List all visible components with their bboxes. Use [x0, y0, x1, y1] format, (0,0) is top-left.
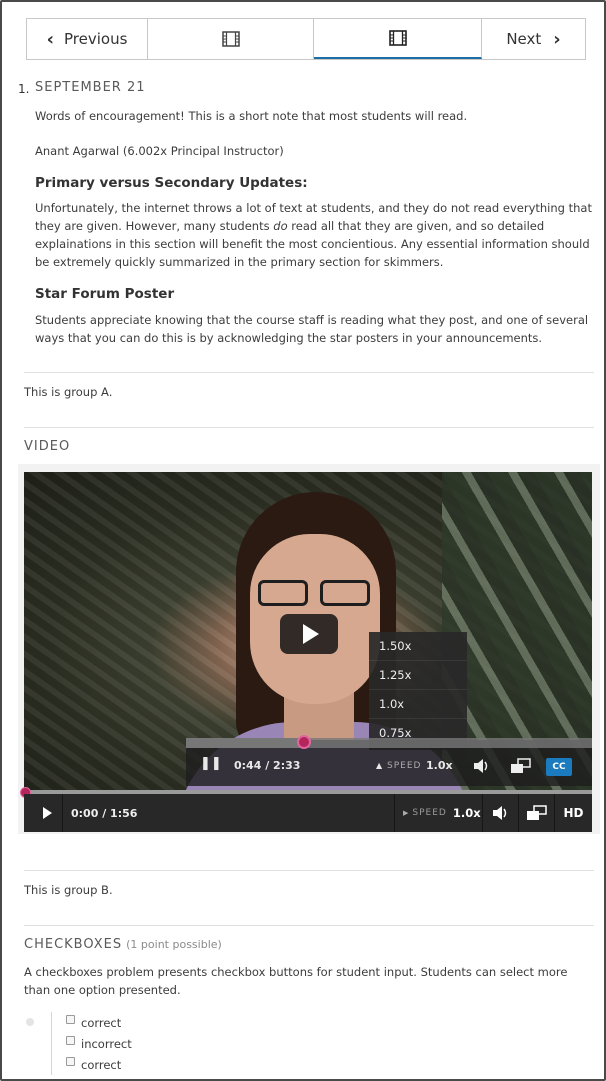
- inner-fullscreen-icon: [511, 758, 531, 773]
- paragraph-emphasis: do: [273, 219, 288, 233]
- announcement-title: SEPTEMBER 21: [35, 80, 146, 95]
- checkbox[interactable]: [66, 1057, 75, 1066]
- video-icon: [388, 30, 407, 46]
- volume-icon: [492, 806, 506, 820]
- announcement-number: 1.: [18, 82, 30, 96]
- video-time-text: 0:00 / 1:56: [71, 806, 138, 820]
- speed-option[interactable]: 1.25x: [369, 661, 467, 690]
- checkbox-choice[interactable]: incorrect: [66, 1033, 132, 1054]
- problem-title: CHECKBOXES: [24, 937, 123, 952]
- inner-time: 0:44 / 2:33: [234, 759, 301, 772]
- video-time: 0:00 / 1:56: [62, 794, 137, 832]
- sequence-tab-video-1[interactable]: [148, 19, 314, 59]
- fullscreen-button[interactable]: [518, 794, 554, 832]
- next-label: Next: [506, 30, 542, 48]
- paragraph-star-forum-poster: Students appreciate knowing that the cou…: [35, 313, 589, 345]
- sequence-nav: ‹ Previous Next ›: [26, 18, 586, 60]
- choice-label: correct: [81, 1057, 122, 1072]
- play-button[interactable]: [32, 794, 62, 832]
- group-a-text: This is group A.: [24, 385, 113, 399]
- paragraph-primary-secondary: Unfortunately, the internet throws a lot…: [35, 199, 595, 271]
- speed-label: SPEED: [412, 808, 447, 818]
- subheading-primary-secondary: Primary versus Secondary Updates:: [35, 175, 308, 191]
- video-heading: VIDEO: [24, 439, 71, 454]
- announcement-author: Anant Agarwal (6.002x Principal Instruct…: [35, 144, 284, 158]
- checkbox[interactable]: [66, 1036, 75, 1045]
- chevron-right-icon: ›: [553, 28, 561, 50]
- fullscreen-icon: [526, 805, 547, 820]
- inner-caret-up-icon: ▲: [376, 761, 383, 770]
- caret-right-icon: ▶: [403, 809, 409, 817]
- presenter-glasses: [254, 580, 374, 610]
- chevron-left-icon: ‹: [46, 28, 54, 50]
- problem-points: (1 point possible): [126, 938, 222, 951]
- previous-label: Previous: [64, 30, 128, 48]
- checkbox-choice[interactable]: correct: [66, 1054, 132, 1075]
- problem-description: A checkboxes problem presents checkbox b…: [24, 965, 568, 997]
- sequence-tab-video-2[interactable]: [314, 19, 482, 59]
- volume-button[interactable]: [482, 794, 518, 832]
- subheading-star-forum-poster: Star Forum Poster: [35, 286, 175, 302]
- play-icon: [42, 807, 52, 819]
- inner-progress-knob: [297, 735, 312, 749]
- problem-heading: CHECKBOXES (1 point possible): [24, 937, 222, 952]
- group-b-text: This is group B.: [24, 883, 113, 897]
- big-play-button[interactable]: [280, 614, 338, 654]
- divider: [24, 427, 594, 428]
- inner-volume-icon: [474, 759, 488, 773]
- speed-control[interactable]: ▶ SPEED 1.0x: [394, 794, 482, 832]
- problem-status-indicator: [26, 1018, 34, 1026]
- divider: [24, 925, 594, 926]
- speed-option[interactable]: 1.0x: [369, 690, 467, 719]
- choice-label: incorrect: [81, 1036, 132, 1051]
- inner-progress-bar: [186, 735, 592, 749]
- checkbox-group: correct incorrect correct: [51, 1012, 132, 1075]
- choice-label: correct: [81, 1015, 122, 1030]
- previous-button[interactable]: ‹ Previous: [27, 19, 148, 59]
- hd-button[interactable]: HD: [554, 794, 592, 832]
- course-page: ‹ Previous Next › 1. SEPTEMBER 21 Words …: [0, 0, 606, 1081]
- divider: [24, 870, 594, 871]
- inner-cc-button: CC: [546, 758, 572, 776]
- speed-value: 1.0x: [452, 806, 481, 820]
- video-icon: [221, 31, 240, 47]
- next-button[interactable]: Next ›: [482, 19, 585, 59]
- video-frame[interactable]: 1.50x 1.25x 1.0x 0.75x ❚❚ 0:44 / 2:33 ▲ …: [24, 472, 592, 794]
- inner-progress-fill: [186, 738, 305, 748]
- inner-speed-label: SPEED: [387, 761, 422, 771]
- inner-speed-value: 1.0x: [426, 759, 453, 772]
- play-icon: [303, 624, 319, 644]
- inner-speed-menu: 1.50x 1.25x 1.0x 0.75x: [369, 632, 467, 750]
- checkbox[interactable]: [66, 1015, 75, 1024]
- inner-pause-icon: ❚❚: [200, 756, 222, 771]
- video-player: 1.50x 1.25x 1.0x 0.75x ❚❚ 0:44 / 2:33 ▲ …: [18, 464, 600, 834]
- announcement-intro: Words of encouragement! This is a short …: [35, 109, 468, 123]
- checkbox-choice[interactable]: correct: [66, 1012, 132, 1033]
- speed-option[interactable]: 1.50x: [369, 632, 467, 661]
- divider: [24, 372, 594, 373]
